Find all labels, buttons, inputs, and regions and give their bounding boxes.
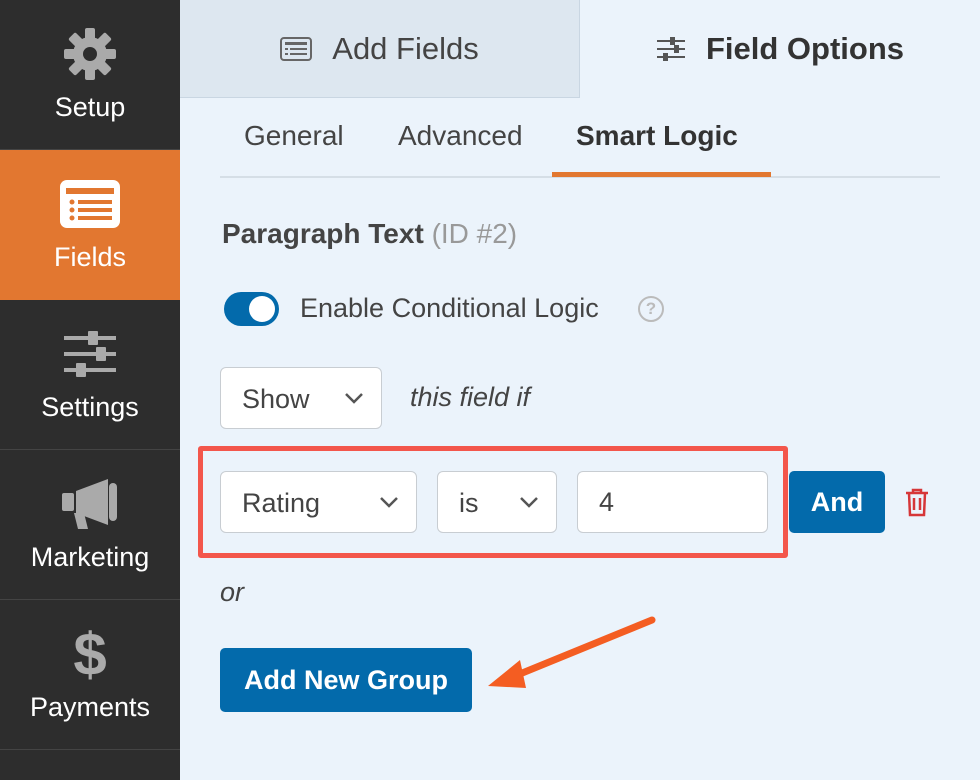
rule-value-input[interactable]: 4 [577, 471, 768, 533]
trash-icon[interactable] [903, 487, 931, 517]
tab-field-options-label: Field Options [705, 31, 905, 66]
megaphone-icon [58, 472, 122, 536]
tab-add-fields-label: Add Fields [332, 30, 479, 66]
tab-add-fields[interactable]: Add Fields [180, 0, 580, 98]
or-label: or [220, 577, 245, 607]
help-icon[interactable]: ? [638, 296, 664, 322]
sliders-icon [656, 36, 686, 62]
svg-text:$: $ [73, 623, 106, 685]
toggle-knob [249, 296, 275, 322]
sidebar-item-payments[interactable]: $ Payments [0, 600, 180, 750]
add-new-group-button[interactable]: Add New Group [220, 648, 472, 712]
action-suffix: this field if [410, 382, 531, 412]
rule-operator-value: is [459, 488, 479, 518]
tab-smart-logic[interactable]: Smart Logic [576, 120, 738, 152]
sidebar-item-label: Marketing [30, 542, 150, 572]
sidebar-item-settings[interactable]: Settings [0, 300, 180, 450]
list-icon [280, 36, 313, 61]
sidebar-item-marketing[interactable]: Marketing [0, 450, 180, 600]
sidebar-item-fields[interactable]: Fields [0, 150, 180, 300]
field-id: (ID #2) [431, 218, 518, 249]
dollar-icon: $ [58, 622, 122, 686]
conditional-logic-toggle[interactable] [224, 292, 279, 326]
rule-operator-select[interactable]: is [437, 471, 557, 533]
sidebar-item-setup[interactable]: Setup [0, 0, 180, 150]
active-tab-indicator [552, 172, 771, 177]
conditional-logic-label: Enable Conditional Logic [300, 293, 599, 323]
list-icon [58, 172, 122, 236]
field-name: Paragraph Text [222, 218, 424, 249]
annotation-arrow [488, 616, 656, 688]
chevron-down-icon [380, 497, 398, 508]
gear-icon [58, 22, 122, 86]
rule-field-select[interactable]: Rating [220, 471, 417, 533]
tab-field-options[interactable]: Field Options [580, 0, 980, 98]
sub-tabs: General Advanced Smart Logic [220, 98, 940, 178]
rule-field-value: Rating [242, 488, 321, 518]
sliders-icon [58, 322, 122, 386]
top-tabs: Add Fields Field Options [180, 0, 980, 98]
sidebar-item-label: Payments [29, 692, 151, 722]
sidebar-item-label: Settings [41, 392, 139, 422]
field-heading: Paragraph Text (ID #2) [222, 218, 517, 250]
chevron-down-icon [345, 393, 363, 404]
chevron-down-icon [520, 497, 538, 508]
action-select-value: Show [242, 384, 310, 414]
and-button[interactable]: And [789, 471, 885, 533]
sidebar-item-label: Fields [53, 242, 127, 272]
sidebar: Setup Fields Settings Marketing $ Paymen… [0, 0, 180, 780]
tab-general[interactable]: General [244, 120, 344, 152]
tab-advanced[interactable]: Advanced [398, 120, 523, 152]
action-select[interactable]: Show [220, 367, 382, 429]
sidebar-item-label: Setup [54, 92, 126, 122]
